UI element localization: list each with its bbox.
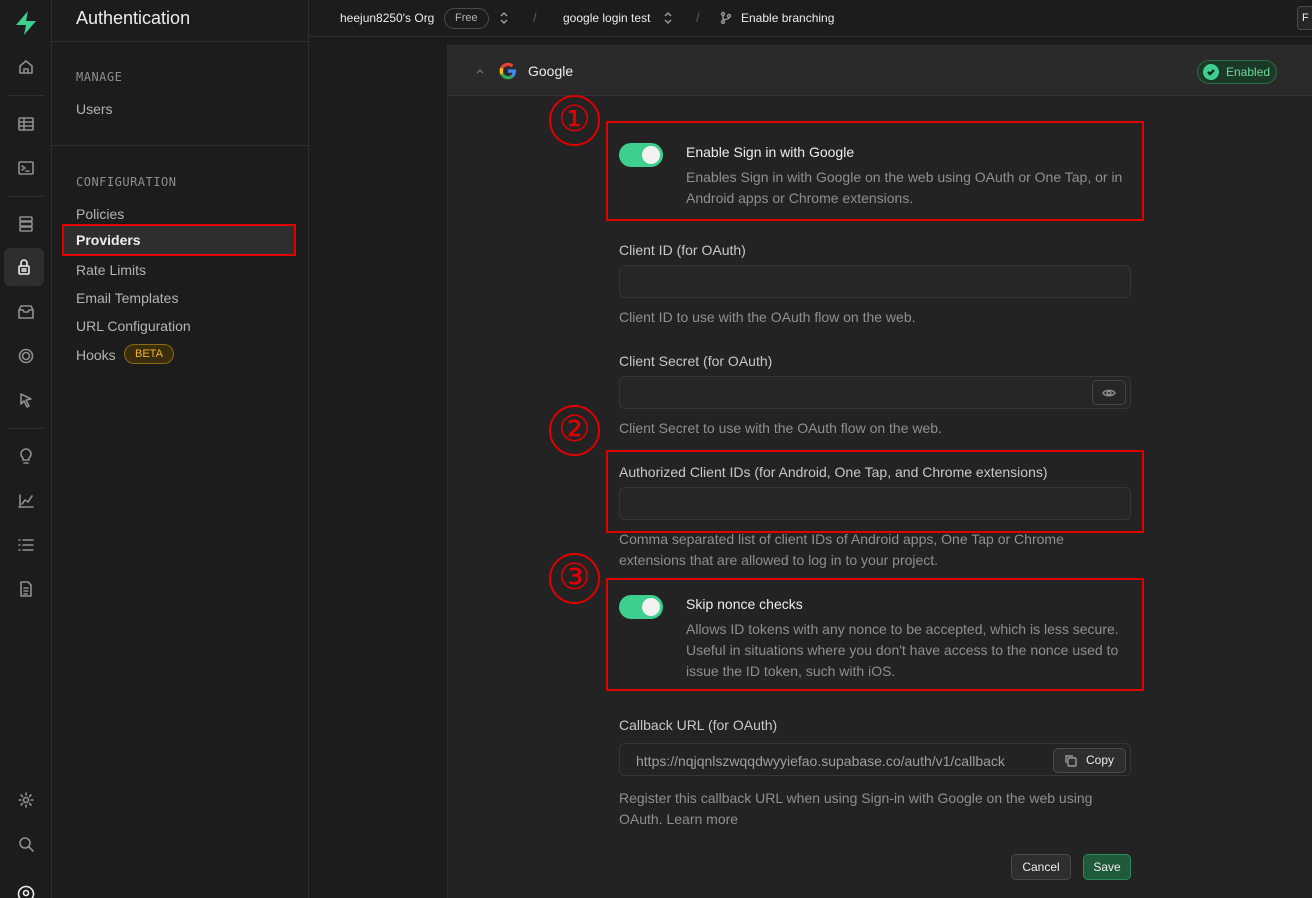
client-secret-label: Client Secret (for OAuth) <box>619 353 773 369</box>
supabase-logo-icon[interactable] <box>12 10 40 36</box>
sidebar-section-divider <box>52 145 309 146</box>
rail-divider <box>8 428 44 429</box>
client-id-label: Client ID (for OAuth) <box>619 242 746 258</box>
client-secret-help: Client Secret to use with the OAuth flow… <box>619 420 942 436</box>
callback-url-value: https://nqjqnlszwqqdwyyiefao.supabase.co… <box>636 753 1005 769</box>
sidebar-item-rate-limits[interactable]: Rate Limits <box>76 262 146 278</box>
client-id-input[interactable] <box>619 265 1131 298</box>
search-icon[interactable] <box>14 832 38 856</box>
project-name[interactable]: google login test <box>563 11 650 25</box>
copy-icon <box>1065 755 1077 767</box>
authorized-client-ids-help-2: extensions that are allowed to log in to… <box>619 552 939 568</box>
auth-lock-icon[interactable] <box>4 248 44 286</box>
terminal-icon[interactable] <box>14 156 38 180</box>
copy-label: Copy <box>1086 753 1115 767</box>
user-avatar-icon[interactable] <box>14 882 38 898</box>
plan-badge: Free <box>444 8 489 29</box>
rail-divider <box>8 196 44 197</box>
annotation-number-2: ② <box>549 405 600 456</box>
table-icon[interactable] <box>14 112 38 136</box>
callback-help-2[interactable]: OAuth. Learn more <box>619 809 738 830</box>
highlight-box-enable <box>606 121 1144 221</box>
sidebar-item-url-configuration[interactable]: URL Configuration <box>76 318 191 334</box>
database-icon[interactable] <box>14 212 38 236</box>
org-name[interactable]: heejun8250's Org <box>340 11 434 25</box>
show-secret-eye-icon[interactable] <box>1092 380 1126 405</box>
sidebar-header-divider <box>52 41 309 42</box>
header-action-button[interactable]: F <box>1297 6 1312 30</box>
sidebar-item-policies[interactable]: Policies <box>76 206 124 222</box>
settings-icon[interactable] <box>14 788 38 812</box>
client-secret-input[interactable] <box>619 376 1131 409</box>
provider-name: Google <box>528 63 574 79</box>
breadcrumb-separator: / <box>533 10 537 25</box>
sidebar-item-providers[interactable]: Providers <box>62 224 296 256</box>
org-switcher-chevron-icon[interactable] <box>499 11 509 25</box>
highlight-box-skip-nonce <box>606 578 1144 691</box>
project-switcher-chevron-icon[interactable] <box>663 11 673 25</box>
advisor-bulb-icon[interactable] <box>14 444 38 468</box>
logs-icon[interactable] <box>14 533 38 557</box>
realtime-icon[interactable] <box>14 344 38 368</box>
enable-branching-button[interactable]: Enable branching <box>741 11 834 25</box>
sidebar-item-email-templates[interactable]: Email Templates <box>76 290 178 306</box>
edge-functions-icon[interactable] <box>14 388 38 412</box>
breadcrumb-separator: / <box>696 10 700 25</box>
provider-header[interactable]: Google Enabled <box>448 46 1312 96</box>
annotation-number-3: ③ <box>549 553 600 604</box>
callback-help-1: Register this callback URL when using Si… <box>619 790 1093 806</box>
status-badge: Enabled <box>1197 60 1277 84</box>
storage-icon[interactable] <box>14 300 38 324</box>
client-id-help: Client ID to use with the OAuth flow on … <box>619 309 916 325</box>
annotation-number-1: ① <box>549 95 600 146</box>
google-logo-icon <box>499 62 516 80</box>
rail-divider <box>8 95 44 96</box>
section-head-manage: MANAGE <box>76 70 123 84</box>
auth-sidebar: Authentication MANAGE Users CONFIGURATIO… <box>52 0 309 898</box>
top-bar: heejun8250's Org Free / google login tes… <box>309 0 1312 37</box>
docs-icon[interactable] <box>14 577 38 601</box>
save-button[interactable]: Save <box>1083 854 1131 880</box>
callback-url-field: https://nqjqnlszwqqdwyyiefao.supabase.co… <box>619 743 1131 776</box>
collapse-caret-icon[interactable] <box>474 64 486 76</box>
callback-url-label: Callback URL (for OAuth) <box>619 717 778 733</box>
sidebar-title: Authentication <box>76 8 191 28</box>
sidebar-item-hooks[interactable]: Hooks <box>76 347 116 363</box>
icon-rail <box>0 0 52 898</box>
reports-icon[interactable] <box>14 489 38 513</box>
check-icon <box>1203 64 1219 80</box>
section-head-configuration: CONFIGURATION <box>76 175 177 189</box>
copy-button[interactable]: Copy <box>1053 748 1126 773</box>
git-branch-icon <box>719 11 733 25</box>
sidebar-item-users[interactable]: Users <box>76 101 113 117</box>
status-label: Enabled <box>1226 65 1271 79</box>
highlight-box-authorized-ids <box>606 450 1144 533</box>
cancel-button[interactable]: Cancel <box>1011 854 1071 880</box>
home-icon[interactable] <box>14 55 38 79</box>
beta-badge: BETA <box>124 344 174 364</box>
